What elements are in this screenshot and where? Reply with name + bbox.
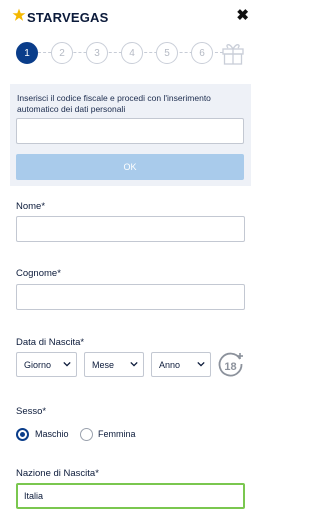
maschio-radio[interactable] xyxy=(16,428,29,441)
anno-value: Anno xyxy=(159,359,181,370)
giorno-select[interactable]: Giorno xyxy=(16,352,77,377)
nome-label: Nome* xyxy=(16,201,46,212)
mese-select[interactable]: Mese xyxy=(84,352,144,377)
ok-button[interactable]: OK xyxy=(16,154,244,180)
femmina-radio[interactable] xyxy=(80,428,93,441)
fiscal-code-input[interactable] xyxy=(16,118,244,144)
sesso-label: Sesso* xyxy=(16,406,47,417)
gift-icon xyxy=(222,44,244,65)
femmina-label[interactable]: Femmina xyxy=(98,429,136,439)
fiscal-code-instructions: Inserisci il codice fiscale e procedi co… xyxy=(17,93,211,114)
cognome-input[interactable] xyxy=(16,284,245,310)
nome-input[interactable] xyxy=(16,216,245,242)
nazione-nascita-input[interactable]: Italia xyxy=(16,483,245,509)
star-logo-icon xyxy=(12,8,26,21)
header: STARVEGAS ✖ xyxy=(0,0,261,34)
close-icon[interactable]: ✖ xyxy=(236,8,249,23)
step-1: 1 xyxy=(16,42,38,64)
chevron-down-icon xyxy=(197,361,205,367)
step-3: 3 xyxy=(86,42,108,64)
step-6: 6 xyxy=(191,42,213,64)
step-5: 5 xyxy=(156,42,178,64)
brand-logo: STARVEGAS xyxy=(27,10,109,25)
mese-value: Mese xyxy=(92,359,115,370)
maschio-label[interactable]: Maschio xyxy=(35,429,69,439)
anno-select[interactable]: Anno xyxy=(151,352,211,377)
giorno-value: Giorno xyxy=(24,359,52,370)
data-nascita-label: Data di Nascita* xyxy=(16,337,85,348)
fiscal-code-panel: Inserisci il codice fiscale e procedi co… xyxy=(10,84,251,186)
age-18-plus-icon: 18 xyxy=(218,352,243,377)
cognome-label: Cognome* xyxy=(16,268,61,279)
step-2: 2 xyxy=(51,42,73,64)
chevron-down-icon xyxy=(63,361,71,367)
chevron-down-icon xyxy=(130,361,138,367)
nazione-nascita-label: Nazione di Nascita* xyxy=(16,468,99,479)
step-4: 4 xyxy=(121,42,143,64)
registration-stepper: 1 2 3 4 5 6 xyxy=(16,40,246,66)
age-badge-text: 18 xyxy=(224,361,236,373)
